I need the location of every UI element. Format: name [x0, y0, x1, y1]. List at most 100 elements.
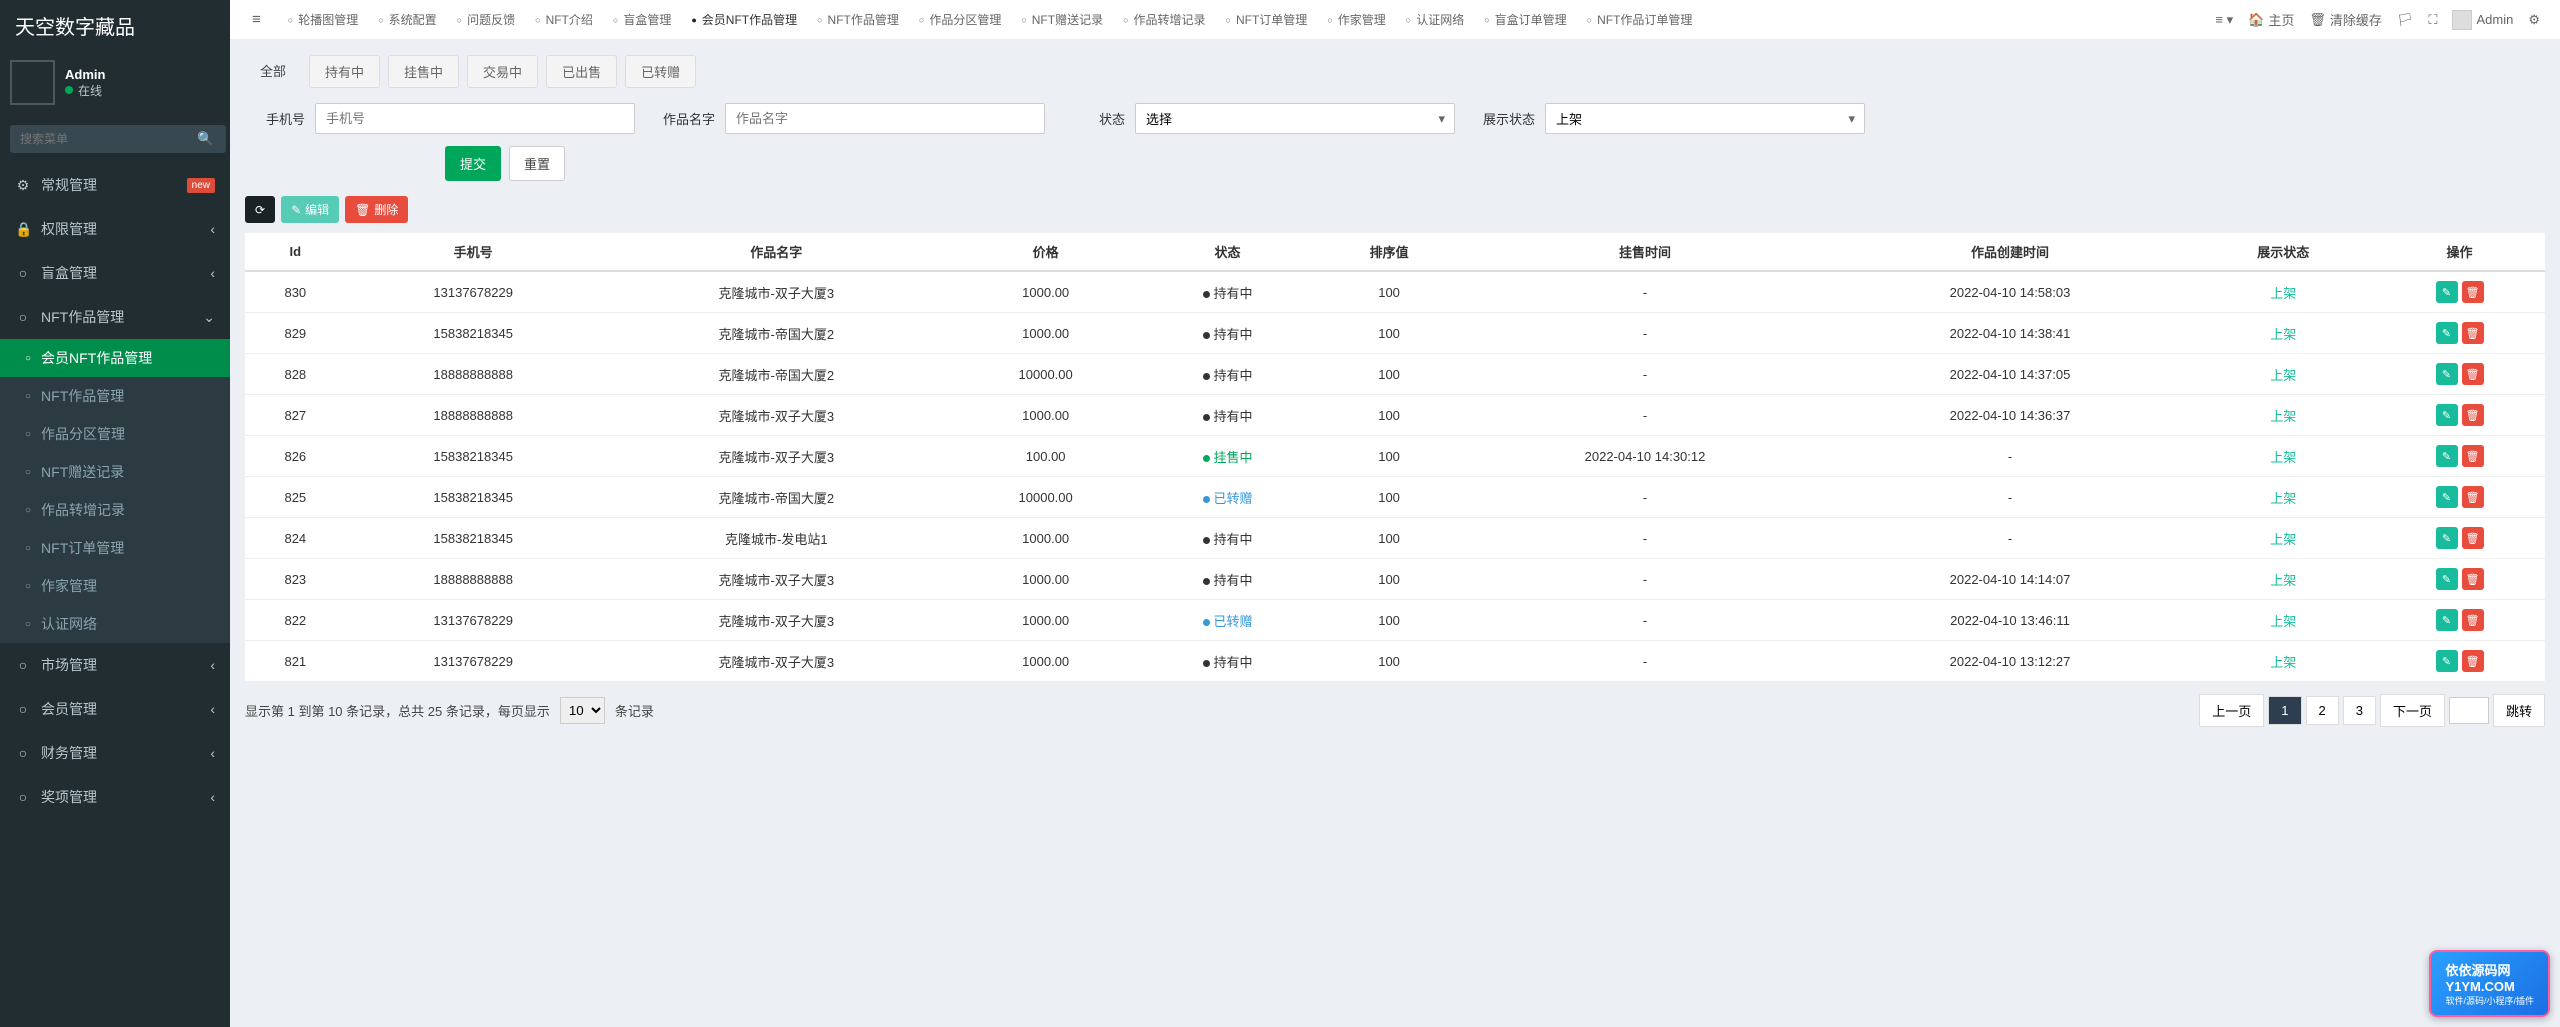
sidebar-item[interactable]: ○奖项管理 — [0, 775, 230, 819]
filter-tab[interactable]: 已转赠 — [625, 55, 696, 88]
next-page-button[interactable]: 下一页 — [2380, 694, 2445, 727]
top-tab[interactable]: 作品分区管理 — [909, 5, 1011, 34]
bulk-delete-button[interactable]: 🗑 删除 — [345, 196, 408, 223]
phone-input[interactable] — [315, 103, 635, 134]
row-delete-button[interactable]: 🗑 — [2462, 527, 2484, 549]
prev-page-button[interactable]: 上一页 — [2199, 694, 2264, 727]
top-tab[interactable]: NFT订单管理 — [1216, 5, 1318, 34]
sidebar-toggle-icon[interactable]: ≡ — [240, 11, 273, 28]
filter-tab[interactable]: 全部 — [245, 55, 301, 88]
row-delete-button[interactable]: 🗑 — [2462, 404, 2484, 426]
fullscreen-icon[interactable]: ⛶ — [2428, 12, 2437, 28]
sidebar-item[interactable]: ○会员管理 — [0, 687, 230, 731]
column-header[interactable]: 操作 — [2374, 233, 2545, 271]
page-size-select[interactable]: 10 — [560, 697, 605, 724]
row-edit-button[interactable]: ✎ — [2436, 445, 2458, 467]
sidebar-subitem[interactable]: 作品转增记录 — [0, 491, 230, 529]
sidebar-subitem[interactable]: NFT赠送记录 — [0, 453, 230, 491]
filter-tab[interactable]: 交易中 — [467, 55, 538, 88]
sidebar-subitem[interactable]: NFT订单管理 — [0, 529, 230, 567]
reset-button[interactable]: 重置 — [509, 146, 565, 181]
page-number-button[interactable]: 3 — [2343, 696, 2376, 725]
row-delete-button[interactable]: 🗑 — [2462, 281, 2484, 303]
refresh-button[interactable]: ⟳ — [245, 196, 275, 223]
dropdown-menu-icon[interactable]: ≡ ▾ — [2215, 12, 2233, 28]
trash-icon: 🗑 — [2466, 573, 2480, 586]
cell-status: 已转赠 — [1139, 477, 1315, 518]
cell-sale-time: - — [1463, 559, 1828, 600]
top-tab[interactable]: 问题反馈 — [447, 5, 525, 34]
sidebar-subitem[interactable]: 作家管理 — [0, 567, 230, 605]
top-tab[interactable]: 盲盒管理 — [603, 5, 681, 34]
column-header[interactable]: 排序值 — [1316, 233, 1463, 271]
settings-icon[interactable]: ⚙ — [2528, 12, 2540, 28]
sidebar-subitem[interactable]: NFT作品管理 — [0, 377, 230, 415]
row-edit-button[interactable]: ✎ — [2436, 486, 2458, 508]
column-header[interactable]: 手机号 — [346, 233, 601, 271]
trash-icon: 🗑 — [2466, 655, 2480, 668]
filter-tab[interactable]: 持有中 — [309, 55, 380, 88]
row-delete-button[interactable]: 🗑 — [2462, 609, 2484, 631]
sidebar-item[interactable]: ○盲盒管理 — [0, 251, 230, 295]
top-tab[interactable]: 认证网络 — [1396, 5, 1474, 34]
row-delete-button[interactable]: 🗑 — [2462, 650, 2484, 672]
row-delete-button[interactable]: 🗑 — [2462, 363, 2484, 385]
status-select[interactable] — [1135, 103, 1455, 134]
row-delete-button[interactable]: 🗑 — [2462, 568, 2484, 590]
row-edit-button[interactable]: ✎ — [2436, 322, 2458, 344]
sidebar-item[interactable]: 🔒权限管理 — [0, 207, 230, 251]
jump-page-input[interactable] — [2449, 697, 2489, 724]
column-header[interactable]: 价格 — [952, 233, 1140, 271]
row-edit-button[interactable]: ✎ — [2436, 363, 2458, 385]
column-header[interactable]: 展示状态 — [2192, 233, 2374, 271]
top-tab[interactable]: 会员NFT作品管理 — [681, 5, 807, 34]
home-link[interactable]: 🏠 主页 — [2248, 10, 2294, 29]
row-edit-button[interactable]: ✎ — [2436, 404, 2458, 426]
column-header[interactable]: 作品创建时间 — [1828, 233, 2193, 271]
top-tab[interactable]: 作品转增记录 — [1113, 5, 1215, 34]
name-input[interactable] — [725, 103, 1045, 134]
top-tab[interactable]: 盲盒订单管理 — [1474, 5, 1576, 34]
column-header[interactable]: Id — [245, 233, 346, 271]
page-number-button[interactable]: 1 — [2268, 696, 2301, 725]
row-delete-button[interactable]: 🗑 — [2462, 445, 2484, 467]
menu-search-button[interactable]: 🔍 — [185, 125, 226, 153]
top-tab[interactable]: 轮播图管理 — [278, 5, 368, 34]
bulk-edit-button[interactable]: ✎ 编辑 — [281, 196, 339, 223]
top-tab[interactable]: NFT作品管理 — [807, 5, 909, 34]
filter-tab[interactable]: 挂售中 — [388, 55, 459, 88]
sidebar-subitem[interactable]: 作品分区管理 — [0, 415, 230, 453]
language-icon[interactable]: 🏳 — [2397, 12, 2414, 28]
cell-phone: 18888888888 — [346, 559, 601, 600]
column-header[interactable]: 作品名字 — [601, 233, 952, 271]
row-edit-button[interactable]: ✎ — [2436, 527, 2458, 549]
sidebar-item[interactable]: ○NFT作品管理 — [0, 295, 230, 339]
topbar-user[interactable]: Admin — [2452, 10, 2513, 30]
column-header[interactable]: 状态 — [1139, 233, 1315, 271]
display-select[interactable] — [1545, 103, 1865, 134]
row-edit-button[interactable]: ✎ — [2436, 650, 2458, 672]
top-tab[interactable]: NFT介绍 — [525, 5, 603, 34]
top-tab[interactable]: NFT赠送记录 — [1011, 5, 1113, 34]
row-edit-button[interactable]: ✎ — [2436, 568, 2458, 590]
submit-button[interactable]: 提交 — [445, 146, 501, 181]
row-edit-button[interactable]: ✎ — [2436, 281, 2458, 303]
clear-cache-link[interactable]: 🗑 清除缓存 — [2309, 10, 2382, 29]
row-delete-button[interactable]: 🗑 — [2462, 486, 2484, 508]
pagination: 上一页123下一页 跳转 — [2199, 694, 2545, 727]
top-tab[interactable]: 作家管理 — [1317, 5, 1395, 34]
column-header[interactable]: 挂售时间 — [1463, 233, 1828, 271]
sidebar-item[interactable]: ○市场管理 — [0, 643, 230, 687]
row-delete-button[interactable]: 🗑 — [2462, 322, 2484, 344]
top-tab[interactable]: NFT作品订单管理 — [1577, 5, 1703, 34]
filter-tab[interactable]: 已出售 — [546, 55, 617, 88]
row-edit-button[interactable]: ✎ — [2436, 609, 2458, 631]
sidebar-item[interactable]: ○财务管理 — [0, 731, 230, 775]
sidebar-subitem[interactable]: 会员NFT作品管理 — [0, 339, 230, 377]
top-tab[interactable]: 系统配置 — [368, 5, 446, 34]
menu-search-input[interactable] — [10, 125, 185, 153]
sidebar-subitem[interactable]: 认证网络 — [0, 605, 230, 643]
jump-page-button[interactable]: 跳转 — [2493, 694, 2545, 727]
page-number-button[interactable]: 2 — [2306, 696, 2339, 725]
sidebar-item[interactable]: ⚙常规管理new — [0, 163, 230, 207]
